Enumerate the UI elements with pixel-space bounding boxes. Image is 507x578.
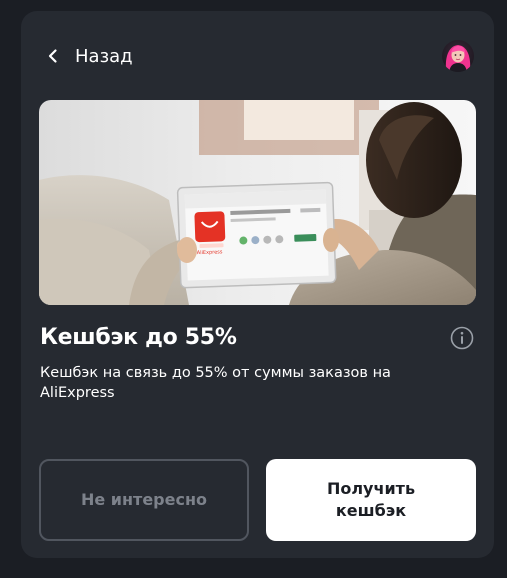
user-avatar-icon bbox=[442, 40, 474, 72]
chevron-left-icon bbox=[48, 49, 57, 63]
avatar[interactable] bbox=[442, 40, 474, 72]
get-cashback-label: Получить кешбэк bbox=[326, 479, 416, 520]
hero-image: AliExpress bbox=[39, 100, 476, 305]
offer-title: Кешбэк до 55% bbox=[40, 325, 237, 350]
offer-description: Кешбэк на связь до 55% от суммы заказов … bbox=[40, 365, 391, 401]
info-icon bbox=[450, 326, 474, 350]
hero-app-name: AliExpress bbox=[197, 249, 223, 256]
offer-card: Назад AliExpress Кешбэк до 55% Кешбэк на… bbox=[21, 11, 494, 558]
not-interested-button[interactable]: Не интересно bbox=[39, 459, 249, 541]
not-interested-label: Не интересно bbox=[80, 490, 208, 509]
info-button[interactable] bbox=[450, 326, 474, 350]
back-button[interactable]: Назад bbox=[45, 43, 133, 69]
tablet-photo-illustration: AliExpress bbox=[39, 100, 476, 305]
get-cashback-button[interactable]: Получить кешбэк bbox=[266, 459, 476, 541]
back-label: Назад bbox=[75, 45, 133, 67]
